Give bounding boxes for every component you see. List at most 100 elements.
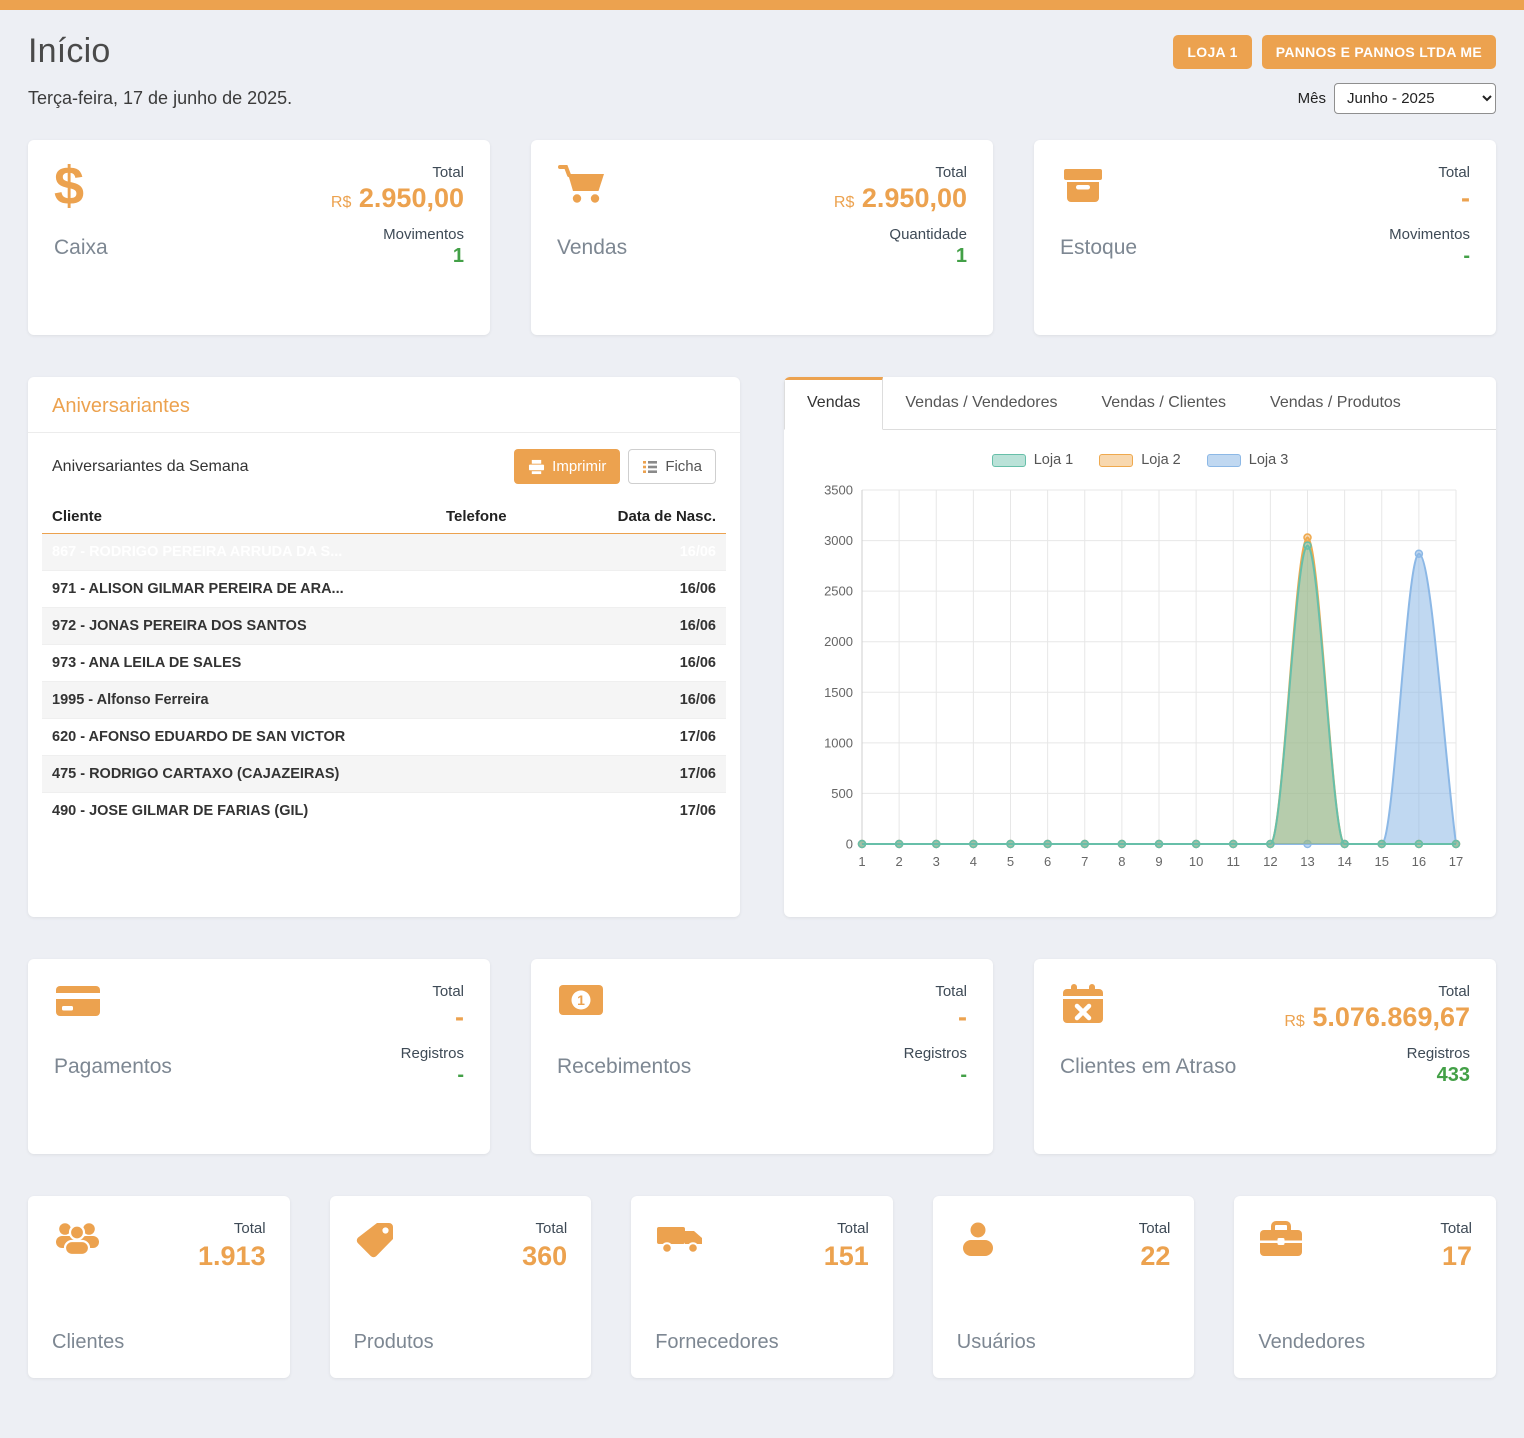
pagamentos-card: Pagamentos Total - Registros - — [28, 959, 490, 1154]
fornecedores-card: Fornecedores Total 151 — [631, 1196, 893, 1378]
table-row[interactable]: 971 - ALISON GILMAR PEREIRA DE ARA...16/… — [42, 570, 726, 607]
sales-tabs: Vendas Vendas / Vendedores Vendas / Clie… — [784, 377, 1496, 430]
svg-text:1000: 1000 — [824, 735, 853, 750]
total-label: Total — [522, 1220, 567, 1237]
table-row[interactable]: 973 - ANA LEILA DE SALES16/06 — [42, 644, 726, 681]
total-label: Total — [331, 164, 464, 181]
svg-text:8: 8 — [1118, 854, 1125, 869]
svg-text:2: 2 — [896, 854, 903, 869]
table-row[interactable]: 972 - JONAS PEREIRA DOS SANTOS16/06 — [42, 607, 726, 644]
svg-text:17: 17 — [1449, 854, 1463, 869]
count-label: Movimentos — [1389, 226, 1470, 243]
aniversariantes-table: Cliente Telefone Data de Nasc. 867 - ROD… — [42, 500, 726, 829]
total-label: Total — [1389, 164, 1470, 181]
clientes-em-atraso-card: Clientes em Atraso Total R$ 5.076.869,67… — [1034, 959, 1496, 1154]
dashboard-page: Início LOJA 1 PANNOS E PANNOS LTDA ME Te… — [0, 32, 1524, 1418]
count-label: Registros — [1284, 1045, 1470, 1062]
tab-vendas-clientes[interactable]: Vendas / Clientes — [1080, 377, 1249, 429]
count-label: Quantidade — [834, 226, 967, 243]
legend-loja-3[interactable]: Loja 3 — [1207, 452, 1289, 468]
page-title: Início — [28, 32, 110, 71]
table-header: Cliente Telefone Data de Nasc. — [42, 500, 726, 533]
svg-text:9: 9 — [1155, 854, 1162, 869]
svg-text:6: 6 — [1044, 854, 1051, 869]
total-label: Total — [824, 1220, 869, 1237]
recebimentos-card: 1 Recebimentos Total - Registros - — [531, 959, 993, 1154]
legend-swatch — [1207, 454, 1241, 467]
total-label: Total — [198, 1220, 266, 1237]
card-label: Usuários — [957, 1331, 1036, 1354]
card-label: Vendedores — [1258, 1331, 1365, 1354]
card-label: Clientes — [52, 1331, 124, 1354]
imprimir-button[interactable]: Imprimir — [514, 449, 620, 484]
svg-text:0: 0 — [846, 837, 853, 852]
vendas-chart-panel: Vendas Vendas / Vendedores Vendas / Clie… — [784, 377, 1496, 917]
caixa-card: $ Caixa Total R$ 2.950,00 Movimentos 1 — [28, 140, 490, 335]
total-label: Total — [834, 164, 967, 181]
vendas-card: Vendas Total R$ 2.950,00 Quantidade 1 — [531, 140, 993, 335]
total-value: 1.913 — [198, 1241, 266, 1272]
vendedores-card: Vendedores Total 17 — [1234, 1196, 1496, 1378]
subheader: Terça-feira, 17 de junho de 2025. Mês Ju… — [28, 83, 1496, 114]
header-badges: LOJA 1 PANNOS E PANNOS LTDA ME — [1173, 35, 1496, 69]
svg-text:1500: 1500 — [824, 685, 853, 700]
legend-loja-2[interactable]: Loja 2 — [1099, 452, 1181, 468]
svg-text:3: 3 — [933, 854, 940, 869]
tab-vendas-produtos[interactable]: Vendas / Produtos — [1248, 377, 1423, 429]
tab-vendas[interactable]: Vendas — [784, 377, 883, 430]
svg-text:10: 10 — [1189, 854, 1203, 869]
chart-legend: Loja 1 Loja 2 Loja 3 — [784, 430, 1496, 472]
table-row[interactable]: 490 - JOSE GILMAR DE FARIAS (GIL)17/06 — [42, 792, 726, 829]
top-stat-cards: $ Caixa Total R$ 2.950,00 Movimentos 1 — [28, 140, 1496, 335]
total-value: R$ 2.950,00 — [331, 183, 464, 214]
legend-loja-1[interactable]: Loja 1 — [992, 452, 1074, 468]
month-filter: Mês Junho - 2025 — [1298, 83, 1496, 114]
svg-text:7: 7 — [1081, 854, 1088, 869]
svg-text:3500: 3500 — [824, 483, 853, 498]
total-value: - — [904, 1002, 967, 1033]
total-value: - — [1389, 183, 1470, 214]
count-value: - — [904, 1064, 967, 1087]
svg-text:5: 5 — [1007, 854, 1014, 869]
count-value: 433 — [1284, 1064, 1470, 1087]
svg-text:500: 500 — [831, 786, 853, 801]
table-row[interactable]: 475 - RODRIGO CARTAXO (CAJAZEIRAS)17/06 — [42, 755, 726, 792]
svg-text:14: 14 — [1337, 854, 1351, 869]
svg-text:15: 15 — [1375, 854, 1389, 869]
estoque-card: Estoque Total - Movimentos - — [1034, 140, 1496, 335]
legend-swatch — [1099, 454, 1133, 467]
legend-swatch — [992, 454, 1026, 467]
count-label: Registros — [401, 1045, 464, 1062]
box-icon — [1060, 164, 1137, 222]
table-row[interactable]: 867 - RODRIGO PEREIRA ARRUDA DA S...16/0… — [42, 533, 726, 570]
store-badge[interactable]: LOJA 1 — [1173, 35, 1251, 69]
company-badge[interactable]: PANNOS E PANNOS LTDA ME — [1262, 35, 1496, 69]
aniversariantes-title: Aniversariantes — [28, 377, 740, 433]
user-icon — [957, 1220, 1036, 1260]
svg-text:16: 16 — [1412, 854, 1426, 869]
month-select[interactable]: Junho - 2025 — [1334, 83, 1496, 114]
total-value: 22 — [1139, 1241, 1171, 1272]
svg-text:2000: 2000 — [824, 634, 853, 649]
total-label: Total — [1440, 1220, 1472, 1237]
clientes-card: Clientes Total 1.913 — [28, 1196, 290, 1378]
tab-vendas-vendedores[interactable]: Vendas / Vendedores — [883, 377, 1079, 429]
total-value: 360 — [522, 1241, 567, 1272]
count-value: - — [1389, 245, 1470, 268]
svg-text:13: 13 — [1300, 854, 1314, 869]
table-row[interactable]: 620 - AFONSO EDUARDO DE SAN VICTOR17/06 — [42, 718, 726, 755]
ficha-button[interactable]: Ficha — [628, 449, 716, 484]
mid-stat-cards: Pagamentos Total - Registros - 1 Recebim… — [28, 959, 1496, 1154]
bottom-mini-cards: Clientes Total 1.913 Produtos Total 360 — [28, 1196, 1496, 1378]
total-label: Total — [1139, 1220, 1171, 1237]
card-label: Caixa — [54, 236, 108, 260]
tag-icon — [354, 1220, 434, 1262]
table-row[interactable]: 1995 - Alfonso Ferreira16/06 — [42, 681, 726, 718]
cart-icon — [557, 164, 627, 222]
current-date: Terça-feira, 17 de junho de 2025. — [28, 88, 292, 109]
svg-text:1: 1 — [858, 854, 865, 869]
usuarios-card: Usuários Total 22 — [933, 1196, 1195, 1378]
total-value: R$ 2.950,00 — [834, 183, 967, 214]
svg-text:12: 12 — [1263, 854, 1277, 869]
svg-text:1: 1 — [577, 992, 585, 1008]
